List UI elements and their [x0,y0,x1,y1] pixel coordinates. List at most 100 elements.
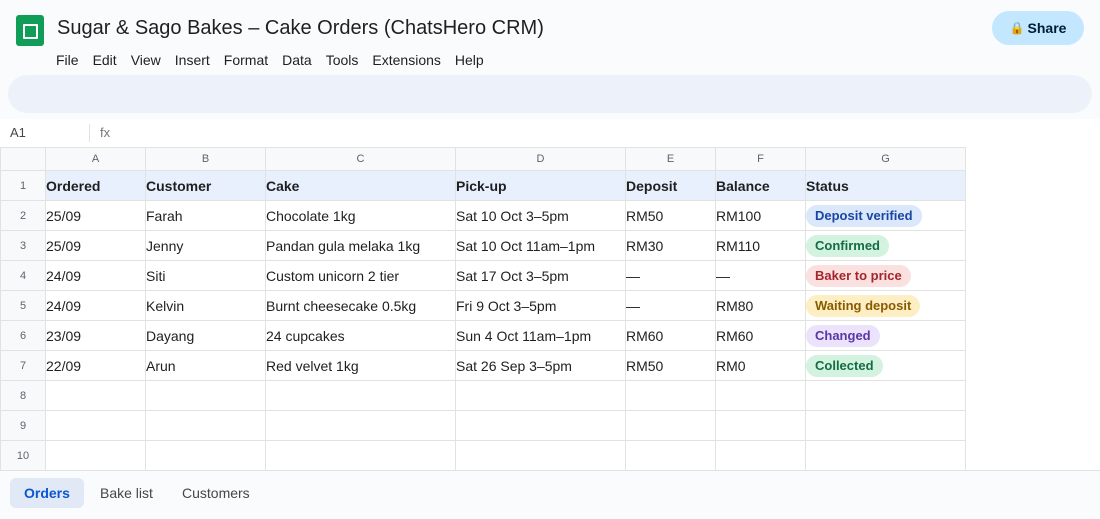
cell[interactable]: RM30 [625,230,716,261]
cell[interactable]: — [625,260,716,291]
cell[interactable]: — [715,260,806,291]
column-header-f[interactable]: F [715,147,806,171]
header-cell-deposit[interactable]: Deposit [625,170,716,201]
empty-cell[interactable] [805,410,966,441]
menu-format[interactable]: Format [224,52,268,70]
empty-cell[interactable] [715,440,806,471]
cell[interactable]: Siti [145,260,266,291]
cell[interactable]: Sat 26 Sep 3–5pm [455,350,626,381]
empty-cell[interactable] [625,440,716,471]
cell[interactable]: Jenny [145,230,266,261]
header-cell-pick-up[interactable]: Pick-up [455,170,626,201]
header-cell-customer[interactable]: Customer [145,170,266,201]
menu-data[interactable]: Data [282,52,312,70]
cell[interactable]: 25/09 [45,200,146,231]
empty-cell[interactable] [265,440,456,471]
empty-cell[interactable] [265,380,456,411]
cell[interactable]: — [625,290,716,321]
cell[interactable]: Confirmed [805,230,966,261]
cell[interactable]: Collected [805,350,966,381]
empty-cell[interactable] [715,380,806,411]
cell[interactable]: Dayang [145,320,266,351]
cell[interactable]: Red velvet 1kg [265,350,456,381]
header-cell-ordered[interactable]: Ordered [45,170,146,201]
share-button[interactable]: 🔒 Share [992,11,1084,45]
row-header[interactable]: 8 [0,380,46,411]
cell[interactable]: Sat 10 Oct 11am–1pm [455,230,626,261]
empty-cell[interactable] [625,410,716,441]
empty-cell[interactable] [625,380,716,411]
cell[interactable]: Farah [145,200,266,231]
cell[interactable]: Sat 17 Oct 3–5pm [455,260,626,291]
cell[interactable]: 25/09 [45,230,146,261]
row-header[interactable]: 6 [0,320,46,351]
select-all-corner[interactable] [0,147,46,171]
row-header[interactable]: 9 [0,410,46,441]
document-title[interactable]: Sugar & Sago Bakes – Cake Orders (ChatsH… [57,17,544,40]
cell[interactable]: 24/09 [45,260,146,291]
column-header-c[interactable]: C [265,147,456,171]
menu-tools[interactable]: Tools [326,52,359,70]
empty-cell[interactable] [45,410,146,441]
menu-insert[interactable]: Insert [175,52,210,70]
cell[interactable]: 22/09 [45,350,146,381]
sheet-tab-bake-list[interactable]: Bake list [86,478,167,508]
header-cell-balance[interactable]: Balance [715,170,806,201]
cell[interactable]: Sat 10 Oct 3–5pm [455,200,626,231]
cell[interactable]: Pandan gula melaka 1kg [265,230,456,261]
cell[interactable]: Arun [145,350,266,381]
row-header[interactable]: 3 [0,230,46,261]
cell[interactable]: Custom unicorn 2 tier [265,260,456,291]
empty-cell[interactable] [145,380,266,411]
empty-cell[interactable] [805,440,966,471]
cell[interactable]: 24 cupcakes [265,320,456,351]
sheets-logo-icon[interactable] [16,15,44,46]
cell[interactable]: RM60 [625,320,716,351]
row-header[interactable]: 4 [0,260,46,291]
menu-file[interactable]: File [56,52,79,70]
cell[interactable]: RM50 [625,350,716,381]
menu-view[interactable]: View [131,52,161,70]
empty-cell[interactable] [45,440,146,471]
empty-cell[interactable] [265,410,456,441]
column-header-e[interactable]: E [625,147,716,171]
cell[interactable]: RM80 [715,290,806,321]
name-box[interactable]: A1 [10,125,26,140]
cell[interactable]: Burnt cheesecake 0.5kg [265,290,456,321]
sheet-tab-orders[interactable]: Orders [10,478,84,508]
empty-cell[interactable] [805,380,966,411]
cell[interactable]: Deposit verified [805,200,966,231]
cell[interactable]: Baker to price [805,260,966,291]
empty-cell[interactable] [145,440,266,471]
empty-cell[interactable] [715,410,806,441]
row-header[interactable]: 2 [0,200,46,231]
empty-cell[interactable] [455,440,626,471]
empty-cell[interactable] [455,410,626,441]
cell[interactable]: RM110 [715,230,806,261]
header-cell-status[interactable]: Status [805,170,966,201]
cell[interactable]: 23/09 [45,320,146,351]
row-header[interactable]: 7 [0,350,46,381]
column-header-a[interactable]: A [45,147,146,171]
cell[interactable]: RM50 [625,200,716,231]
cell[interactable]: RM100 [715,200,806,231]
cell[interactable]: Sun 4 Oct 11am–1pm [455,320,626,351]
header-cell-cake[interactable]: Cake [265,170,456,201]
row-header[interactable]: 10 [0,440,46,471]
column-header-d[interactable]: D [455,147,626,171]
empty-cell[interactable] [455,380,626,411]
empty-cell[interactable] [145,410,266,441]
row-header[interactable]: 1 [0,170,46,201]
cell[interactable]: RM60 [715,320,806,351]
cell[interactable]: Kelvin [145,290,266,321]
sheet-tab-customers[interactable]: Customers [168,478,264,508]
empty-cell[interactable] [45,380,146,411]
row-header[interactable]: 5 [0,290,46,321]
cell[interactable]: Changed [805,320,966,351]
cell[interactable]: Chocolate 1kg [265,200,456,231]
menu-help[interactable]: Help [455,52,484,70]
menu-edit[interactable]: Edit [93,52,117,70]
column-header-g[interactable]: G [805,147,966,171]
cell[interactable]: Fri 9 Oct 3–5pm [455,290,626,321]
cell[interactable]: 24/09 [45,290,146,321]
